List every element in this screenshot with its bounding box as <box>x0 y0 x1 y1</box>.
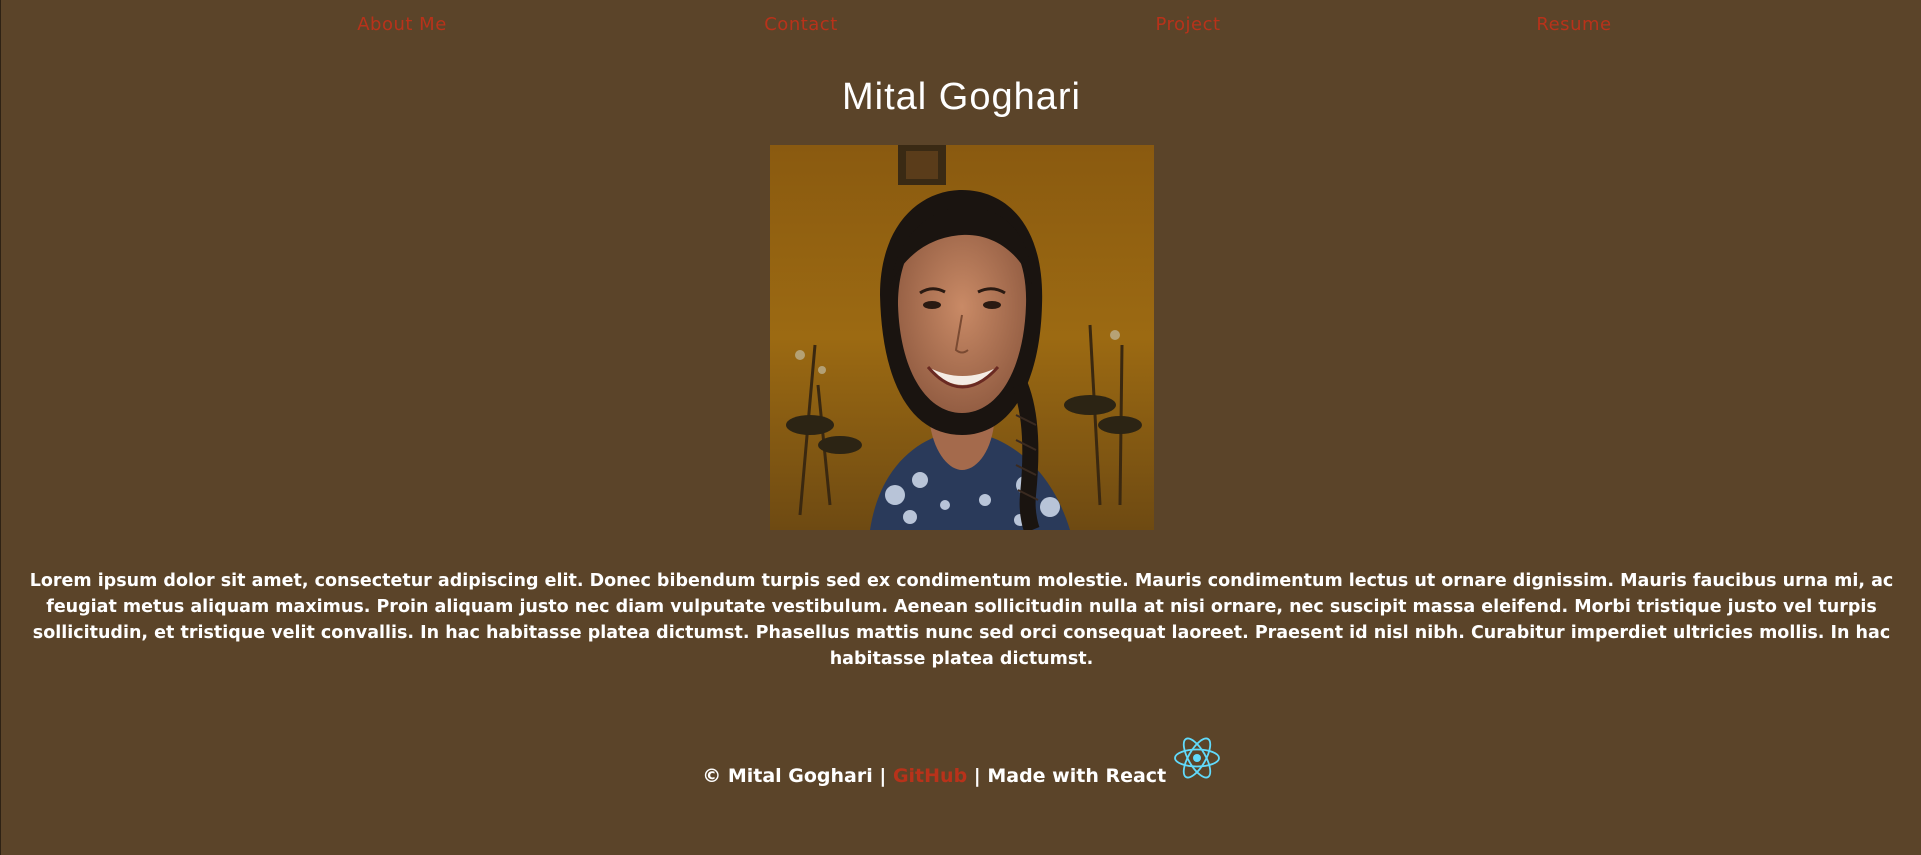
made-with-text: | Made with React <box>973 765 1167 787</box>
footer: © Mital Goghari | GitHub | Made with Rea… <box>1 737 1921 788</box>
copyright-text: © Mital Goghari | <box>702 765 887 787</box>
page-title: Mital Goghari <box>842 76 1081 118</box>
profile-photo <box>770 145 1154 530</box>
nav-link-contact[interactable]: Contact <box>764 14 838 35</box>
bio-text: Lorem ipsum dolor sit amet, consectetur … <box>29 571 1894 669</box>
github-link[interactable]: GitHub <box>893 765 967 787</box>
top-nav: About Me Contact Project Resume <box>1 14 1921 42</box>
nav-link-resume[interactable]: Resume <box>1536 14 1611 35</box>
nav-link-about-me[interactable]: About Me <box>357 14 447 35</box>
nav-link-project[interactable]: Project <box>1155 14 1220 35</box>
react-logo-icon <box>1173 734 1221 782</box>
